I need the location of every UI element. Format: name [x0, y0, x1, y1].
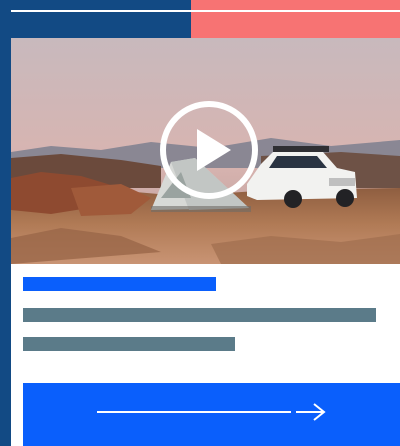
play-button[interactable] — [159, 100, 259, 200]
video-thumbnail[interactable] — [11, 38, 400, 264]
arrow-right-icon — [294, 402, 328, 422]
description-placeholder-line-1 — [23, 308, 376, 322]
header-band-coral — [191, 0, 400, 38]
cta-label-placeholder — [97, 411, 291, 413]
cta-button[interactable] — [23, 383, 400, 446]
play-icon — [160, 101, 258, 199]
header-band-navy — [0, 0, 191, 38]
description-placeholder-line-2 — [23, 337, 235, 351]
video-card — [0, 0, 400, 446]
header-divider-line — [11, 10, 400, 12]
title-placeholder — [23, 277, 216, 291]
left-accent-strip — [0, 38, 11, 446]
